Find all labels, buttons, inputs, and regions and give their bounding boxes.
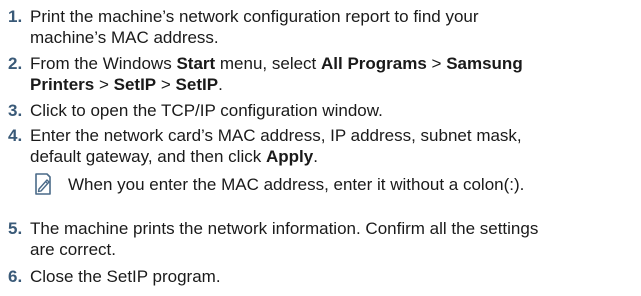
step-number: 2. [8, 54, 23, 73]
step-text: The machine prints the network informati… [30, 218, 638, 260]
menu-start: Start [176, 54, 216, 73]
note-pencil-icon [31, 172, 55, 196]
menu-all-programs: All Programs [321, 54, 427, 73]
step-number: 3. [8, 101, 23, 120]
note: When you enter the MAC address, enter it… [0, 170, 641, 200]
step-line: Close the SetIP program. [30, 267, 221, 286]
step-number: 6. [8, 267, 23, 286]
text-run: From the Windows [30, 54, 177, 73]
step-line: The machine prints the network informati… [30, 219, 539, 238]
step-line: Printers > SetIP > SetIP. [30, 74, 638, 95]
step-text: Close the SetIP program. [30, 266, 638, 287]
separator: > [156, 75, 176, 94]
step-line: From the Windows Start menu, select All … [30, 53, 638, 74]
step-line: Enter the network card’s MAC address, IP… [30, 126, 522, 145]
menu-samsung: Samsung [446, 54, 523, 73]
text-run: menu, select [215, 54, 321, 73]
step-line: are correct. [30, 240, 116, 259]
separator: > [94, 75, 114, 94]
text-run: . [313, 147, 318, 166]
step-number: 5. [8, 219, 23, 238]
text-run: . [218, 75, 223, 94]
menu-setip: SetIP [113, 75, 157, 94]
step-text: From the Windows Start menu, select All … [30, 53, 638, 95]
step-line: Print the machine’s network configuratio… [30, 7, 479, 26]
note-text: When you enter the MAC address, enter it… [68, 175, 525, 194]
step-text: Enter the network card’s MAC address, IP… [30, 125, 638, 167]
step-number: 4. [8, 126, 23, 145]
step-line: Click to open the TCP/IP configuration w… [30, 101, 383, 120]
step-text: Click to open the TCP/IP configuration w… [30, 100, 638, 121]
apply-label: Apply [265, 147, 314, 166]
menu-printers: Printers [30, 75, 95, 94]
menu-setip-program: SetIP [175, 75, 219, 94]
step-line: default gateway, and then click Apply. [30, 146, 638, 167]
instruction-steps: 1. Print the machine’s network configura… [0, 0, 641, 296]
step-number: 1. [8, 7, 23, 26]
step-line: machine’s MAC address. [30, 28, 219, 47]
separator: > [426, 54, 447, 73]
text-run: default gateway, and then click [30, 147, 266, 166]
step-text: Print the machine’s network configuratio… [30, 6, 638, 48]
